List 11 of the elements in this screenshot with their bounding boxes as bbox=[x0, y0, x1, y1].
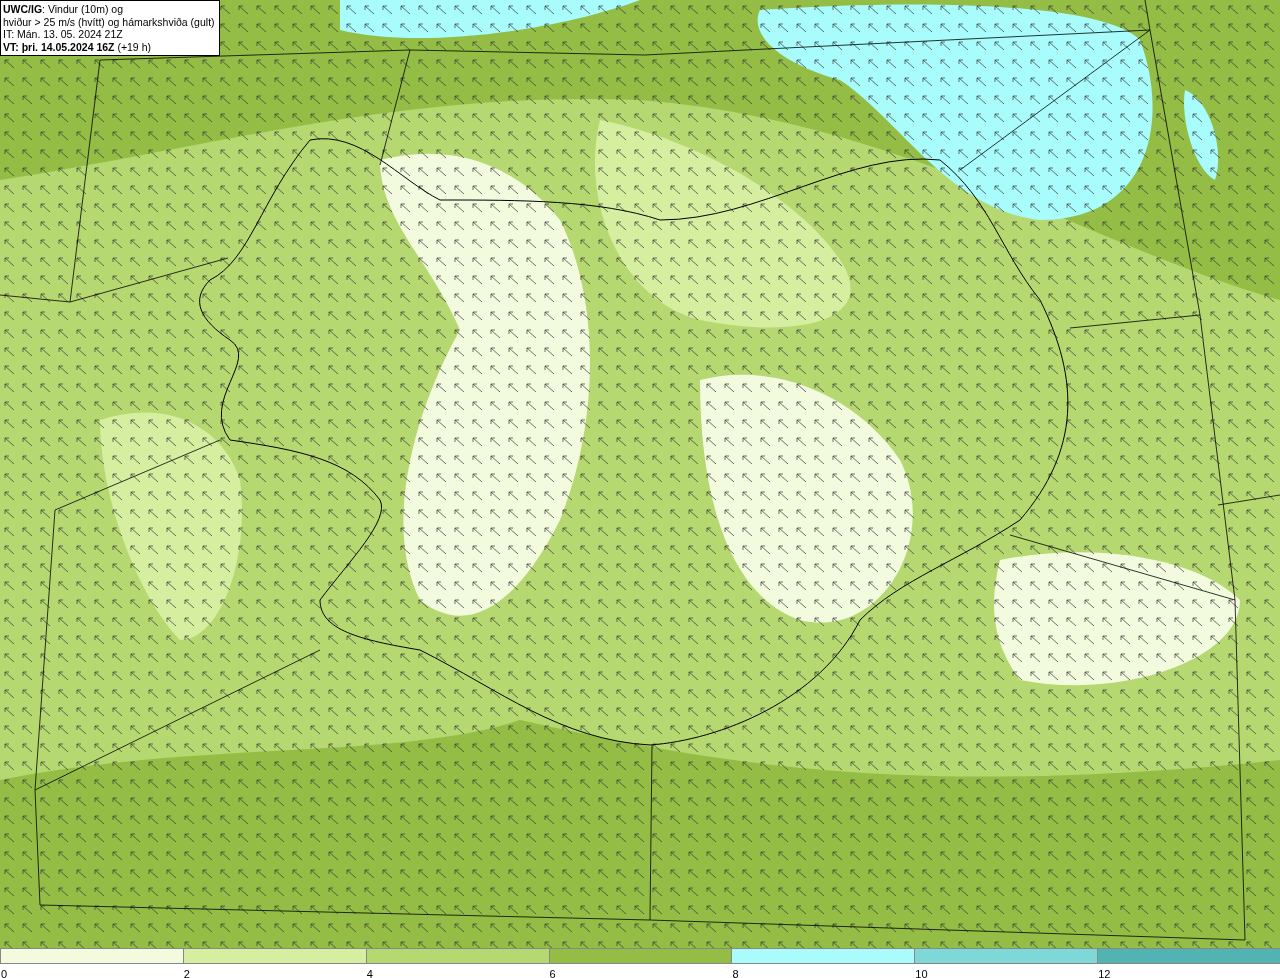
legend-label: 6 bbox=[548, 968, 556, 978]
legend-label: 0 bbox=[0, 968, 8, 978]
legend-label: 2 bbox=[182, 968, 190, 978]
legend-label: 8 bbox=[731, 968, 739, 978]
info-text: UWC/IG: Vindur (10m) og bbox=[3, 3, 124, 16]
legend-label: 12 bbox=[1097, 968, 1111, 978]
info-text: IT: Mán. 13. 05. 2024 21Z bbox=[3, 28, 124, 41]
legend-label: 10 bbox=[914, 968, 928, 978]
info-text: VT: þri. 14.05.2024 16Z (+19 h) bbox=[3, 40, 152, 53]
info-text: hviður > 25 m/s (hvítt) og hámarkshviða (gult) bbox=[3, 15, 215, 28]
legend-label: 4 bbox=[365, 968, 373, 978]
